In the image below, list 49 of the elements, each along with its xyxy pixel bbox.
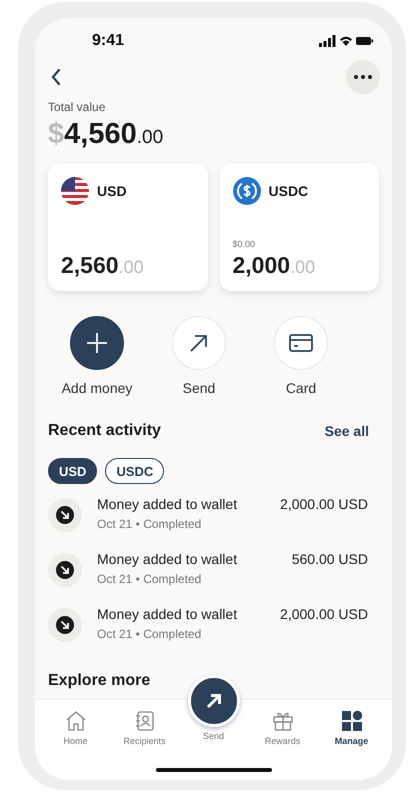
contacts-icon (134, 710, 156, 732)
currency-name: USD (97, 183, 127, 199)
action-label: Add money (62, 380, 132, 396)
incoming-icon (48, 553, 82, 587)
nav-tab[interactable]: Recipients (112, 710, 176, 746)
add-button[interactable] (70, 316, 124, 370)
plus-icon (86, 332, 108, 354)
activity-amount: 2,000.00 USD (280, 496, 369, 512)
status-icons (319, 35, 373, 47)
arrow-icon (189, 333, 209, 353)
activity-title: Money added to wallet (97, 606, 238, 622)
activity-amount: 2,000.00 USD (280, 606, 369, 622)
account-subvalue: $0.00 (232, 239, 256, 249)
status-time: 9:41 (92, 32, 124, 50)
activity-meta: Oct 21 • Completed (97, 572, 202, 586)
activity-meta: Oct 21 • Completed (97, 517, 202, 531)
gift-icon (272, 710, 294, 732)
action-label: Card (286, 380, 316, 396)
home-icon (64, 710, 86, 732)
total-label: Total value (48, 100, 106, 114)
card-icon (289, 334, 313, 352)
flag-icon (61, 177, 89, 205)
account-card[interactable]: USD 2,560.00 (48, 163, 208, 291)
more-icon (354, 75, 372, 79)
nav-tab[interactable]: Manage (320, 710, 384, 746)
total-amount: $4,560.00 (48, 118, 164, 151)
grid-icon (340, 710, 362, 732)
account-card[interactable]: USDC $0.00 2,000.00 (220, 163, 379, 291)
nav-tab[interactable]: Home (44, 710, 108, 746)
back-icon (50, 68, 62, 86)
activity-meta: Oct 21 • Completed (97, 627, 202, 641)
activity-title: Money added to wallet (97, 551, 238, 567)
currency-name: USDC (268, 183, 308, 199)
filter-chip[interactable]: USDC (105, 458, 164, 484)
incoming-icon (48, 608, 82, 642)
section-title: Explore more (48, 672, 152, 690)
incoming-icon (48, 498, 82, 532)
section-title: Recent activity (48, 422, 161, 440)
nav-tab[interactable]: Rewards (250, 710, 314, 746)
more-button[interactable] (346, 60, 380, 94)
coin-icon (232, 177, 260, 205)
filter-chip[interactable]: USD (48, 458, 98, 484)
see-all-link[interactable]: See all (324, 423, 369, 439)
account-balance: 2,000.00 (232, 252, 316, 279)
nav-send-tab[interactable]: Send (182, 675, 246, 741)
activity-title: Money added to wallet (97, 496, 238, 512)
account-balance: 2,560.00 (61, 252, 145, 279)
activity-amount: 560.00 USD (292, 551, 369, 567)
action-label: Send (182, 380, 216, 396)
